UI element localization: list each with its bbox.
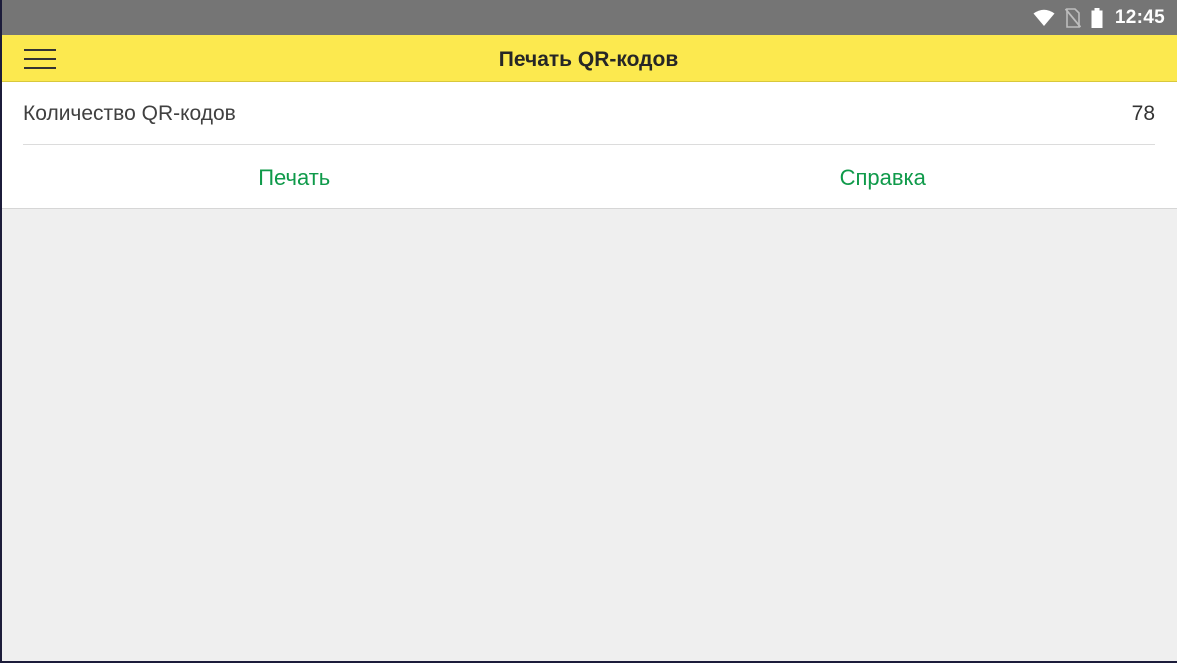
- status-icons: 12:45: [1033, 7, 1165, 29]
- help-button[interactable]: Справка: [589, 146, 1177, 208]
- qr-count-value[interactable]: 78: [1132, 102, 1155, 126]
- wifi-icon: [1033, 9, 1055, 27]
- menu-bar-line: [24, 58, 56, 60]
- page-title: Печать QR-кодов: [498, 48, 679, 71]
- empty-content-area: [0, 209, 1177, 663]
- status-bar: 12:45: [0, 0, 1177, 35]
- qr-count-row[interactable]: Количество QR-кодов 78: [23, 82, 1155, 145]
- app-bar: Печать QR-кодов: [0, 35, 1177, 82]
- print-button[interactable]: Печать: [0, 146, 589, 208]
- form-panel: Количество QR-кодов 78 Печать Справка: [0, 82, 1177, 209]
- action-bar: Печать Справка: [0, 146, 1177, 208]
- battery-icon: [1091, 7, 1103, 28]
- qr-count-label: Количество QR-кодов: [23, 102, 236, 125]
- no-sim-icon: [1064, 7, 1081, 28]
- hamburger-menu-icon[interactable]: [16, 42, 64, 76]
- status-time: 12:45: [1114, 6, 1165, 28]
- menu-bar-line: [24, 67, 56, 69]
- menu-bar-line: [24, 49, 56, 51]
